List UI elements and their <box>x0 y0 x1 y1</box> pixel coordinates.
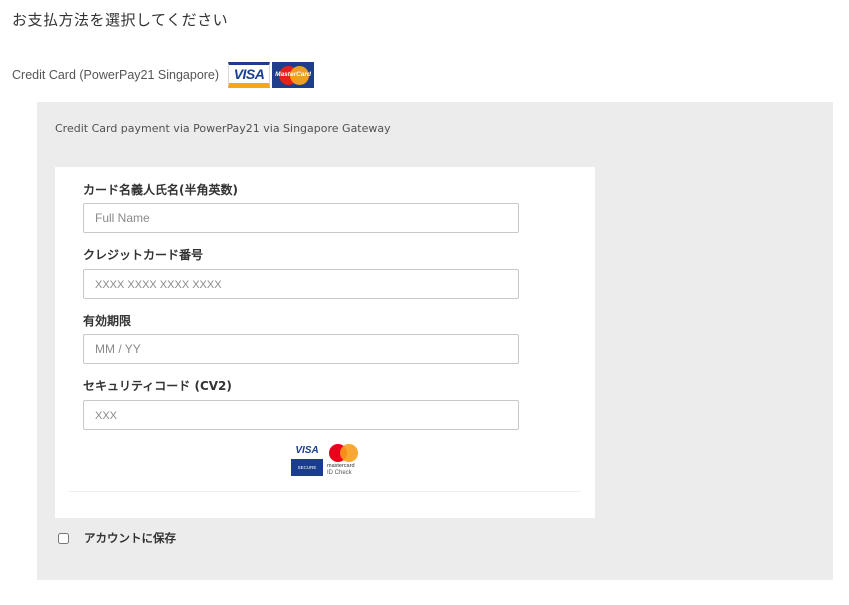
cvv-label: セキュリティコード (CV2) <box>83 379 232 393</box>
secure-badges: VISA SECURE mastercard ID Check <box>291 443 365 476</box>
mastercard-logo-icon: MasterCard <box>272 62 315 88</box>
visa-logo-text: VISA <box>233 66 265 82</box>
payment-box: Credit Card payment via PowerPay21 via S… <box>37 102 833 580</box>
expiry-input[interactable] <box>83 334 519 364</box>
mastercard-name: mastercard <box>327 463 355 469</box>
card-logos: VISA MasterCard <box>228 62 315 88</box>
payment-method-row[interactable]: Credit Card (PowerPay21 Singapore) VISA … <box>12 62 315 88</box>
mastercard-orange-circle <box>340 444 358 462</box>
save-to-account-row[interactable]: アカウントに保存 <box>58 530 176 546</box>
card-number-input[interactable] <box>83 269 519 299</box>
save-to-account-label[interactable]: アカウントに保存 <box>84 530 176 546</box>
page-title: お支払方法を選択してください <box>12 11 229 29</box>
visa-secure-title: VISA <box>295 445 319 456</box>
mastercard-logo-text: MasterCard <box>275 71 311 78</box>
gateway-description: Credit Card payment via PowerPay21 via S… <box>55 122 391 135</box>
name-label: カード名義人氏名(半角英数) <box>83 183 238 197</box>
visa-secure-subtitle: SECURE <box>291 459 323 476</box>
form-divider <box>69 491 581 492</box>
mastercard-id-check-icon: mastercard ID Check <box>327 443 365 476</box>
cvv-input[interactable] <box>83 400 519 430</box>
mastercard-id-check-text: ID Check <box>327 470 352 476</box>
expiry-label: 有効期限 <box>83 314 132 328</box>
visa-secure-icon: VISA SECURE <box>291 443 323 476</box>
visa-logo-icon: VISA <box>228 62 271 88</box>
save-to-account-checkbox[interactable] <box>58 532 69 544</box>
card-form: カード名義人氏名(半角英数) クレジットカード番号 有効期限 セキュリティコード… <box>55 167 595 518</box>
card-number-label: クレジットカード番号 <box>83 248 204 262</box>
payment-method-label[interactable]: Credit Card (PowerPay21 Singapore) <box>12 68 219 82</box>
full-name-input[interactable] <box>83 203 519 233</box>
